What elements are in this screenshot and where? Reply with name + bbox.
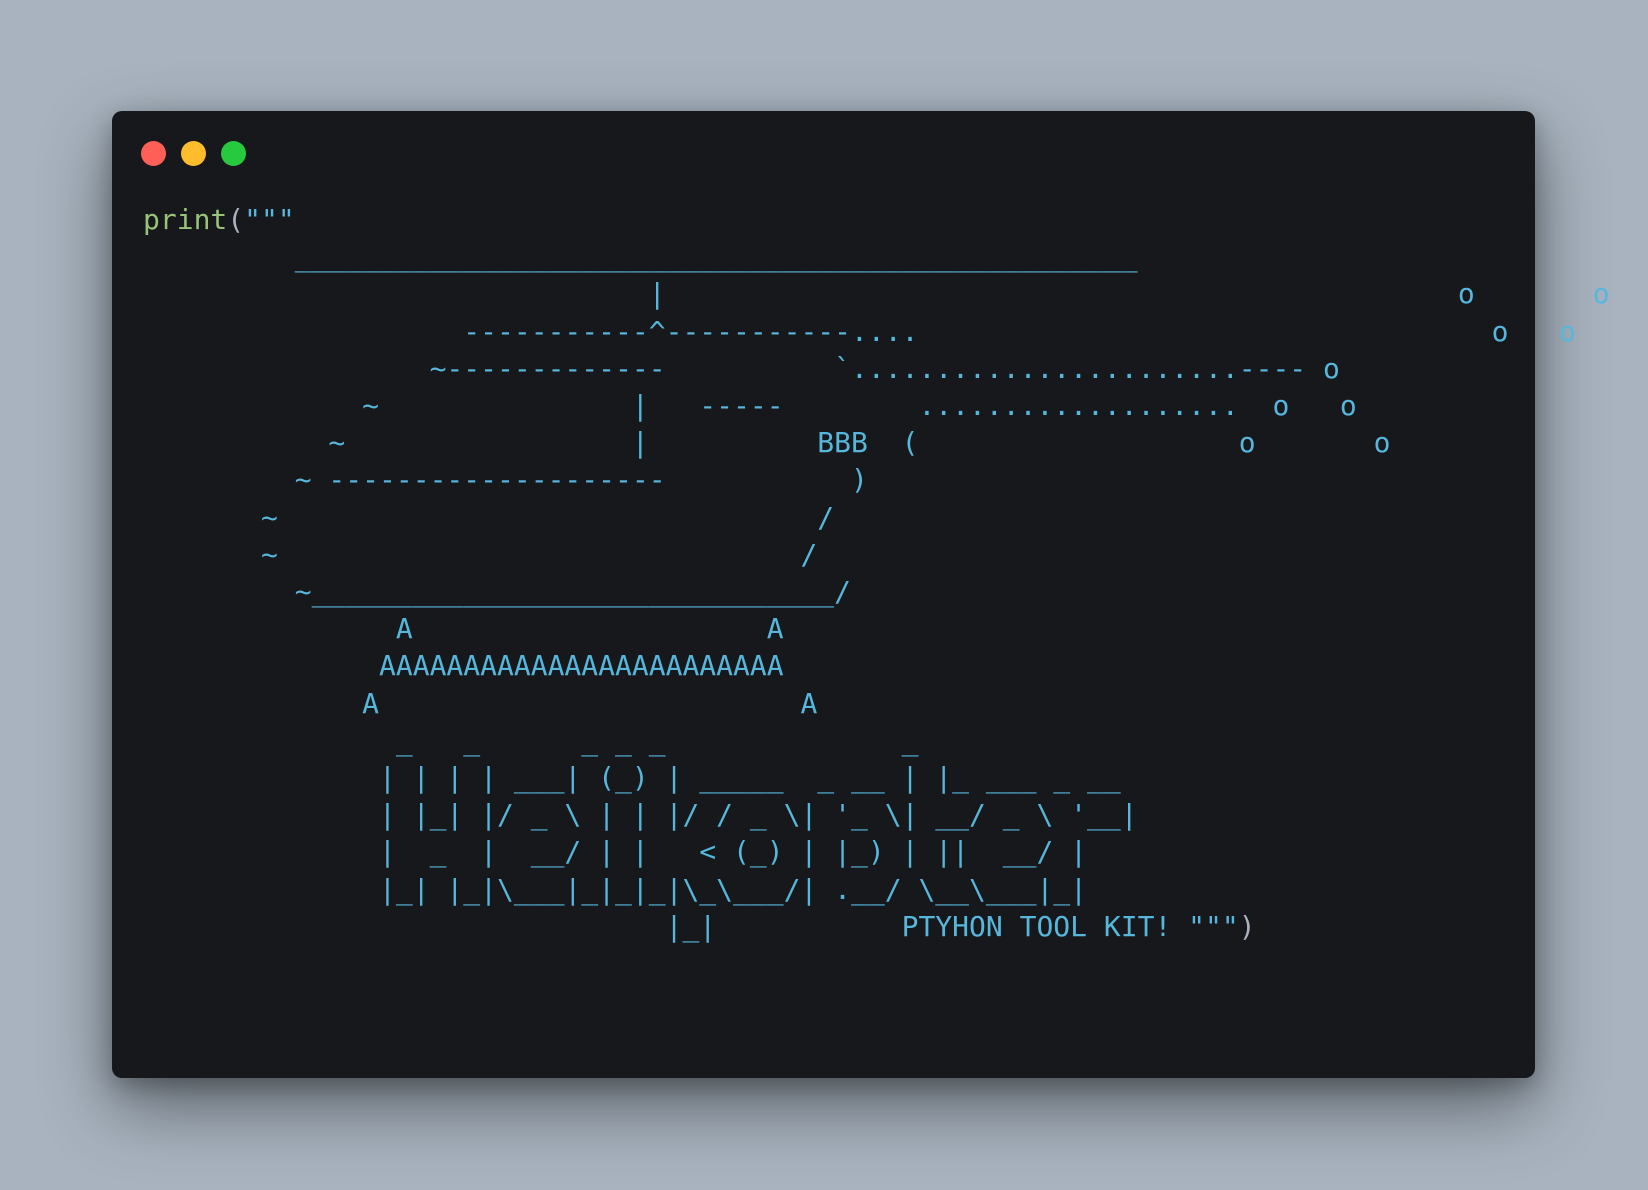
open-paren: ( xyxy=(227,203,245,236)
close-window-button[interactable] xyxy=(141,141,166,166)
print-function: print xyxy=(143,203,228,236)
code-block: print(""" ______________________________… xyxy=(143,201,1610,945)
terminal-window: print(""" ______________________________… xyxy=(112,111,1610,1078)
minimize-window-button[interactable] xyxy=(181,141,206,166)
ascii-art-string: """ ____________________________________… xyxy=(244,203,1610,943)
maximize-window-button[interactable] xyxy=(221,141,246,166)
close-paren: ) xyxy=(1238,909,1256,943)
